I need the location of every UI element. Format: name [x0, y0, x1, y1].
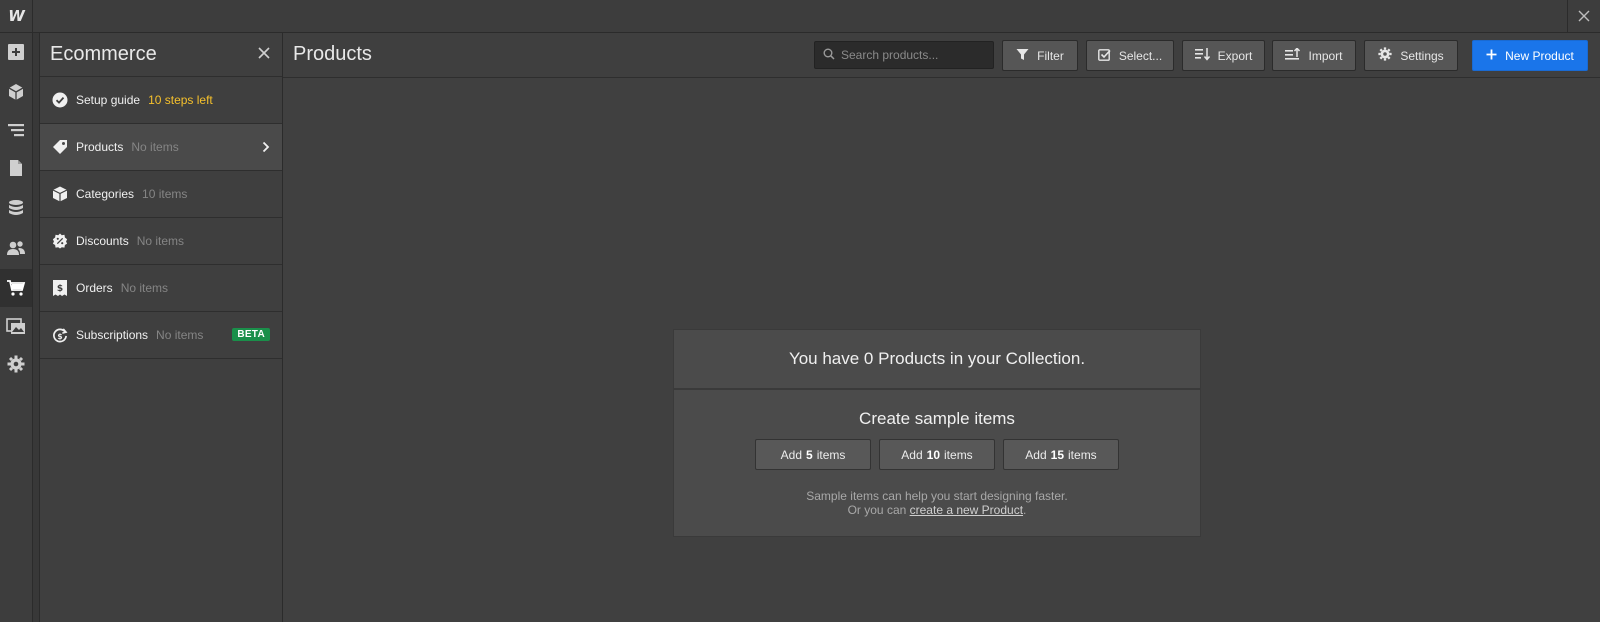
import-icon	[1285, 46, 1301, 64]
add-10-items-button[interactable]: Add 10 items	[879, 439, 995, 470]
add-count: 5	[806, 447, 813, 462]
panel-header: Ecommerce	[40, 33, 282, 77]
sidebar-item-categories[interactable]: Categories 10 items	[40, 171, 282, 218]
add-prefix: Add	[901, 447, 923, 462]
sidebar-item-discounts[interactable]: Discounts No items	[40, 218, 282, 265]
search-box[interactable]	[814, 41, 994, 69]
gear-icon[interactable]	[0, 345, 32, 383]
receipt-icon: $	[52, 280, 68, 296]
filter-label: Filter	[1037, 48, 1064, 63]
beta-badge: BETA	[232, 328, 270, 341]
sidebar-item-count: No items	[131, 140, 179, 154]
sidebar-item-setup-guide[interactable]: Setup guide 10 steps left	[40, 77, 282, 124]
page-title: Products	[293, 43, 372, 65]
export-label: Export	[1217, 48, 1253, 63]
check-circle-icon	[52, 92, 68, 108]
left-rail	[0, 33, 33, 622]
filter-icon	[1016, 48, 1029, 64]
ecommerce-panel: Ecommerce Setup guide 10 steps left Prod…	[39, 33, 283, 622]
empty-state-card: You have 0 Products in your Collection. …	[673, 329, 1201, 537]
create-product-link[interactable]: create a new Product	[910, 503, 1023, 517]
close-icon[interactable]	[1567, 0, 1600, 32]
add-suffix: items	[944, 447, 973, 462]
hint-line-2: Or you can create a new Product.	[674, 503, 1200, 517]
panel-title: Ecommerce	[50, 43, 157, 65]
pages-icon[interactable]	[0, 149, 32, 187]
export-button[interactable]: Export	[1182, 40, 1265, 71]
svg-text:$: $	[57, 284, 63, 294]
box-icon	[52, 186, 68, 202]
sidebar-item-label: Discounts	[76, 234, 129, 248]
empty-hint: Sample items can help you start designin…	[674, 489, 1200, 517]
add-suffix: items	[1068, 447, 1097, 462]
sidebar-item-count: No items	[156, 328, 204, 342]
export-icon	[1194, 47, 1210, 64]
sidebar-item-label: Categories	[76, 187, 135, 201]
cube-icon[interactable]	[0, 73, 32, 111]
settings-label: Settings	[1400, 48, 1444, 63]
hint-line-1: Sample items can help you start designin…	[806, 489, 1068, 503]
sidebar-item-count: No items	[136, 234, 185, 248]
close-icon[interactable]	[258, 47, 270, 62]
hint-suffix: .	[1023, 503, 1027, 517]
navigator-icon[interactable]	[0, 111, 32, 149]
add-items-row: Add 5 items Add 10 items Add 15 items	[674, 439, 1200, 470]
sidebar-item-orders[interactable]: $ Orders No items	[40, 265, 282, 312]
gear-icon	[1378, 47, 1392, 64]
tag-icon	[52, 139, 68, 155]
main-area: Products Filter Select... Export	[283, 33, 1600, 622]
plus-icon	[1486, 49, 1497, 63]
add-5-items-button[interactable]: Add 5 items	[755, 439, 871, 470]
import-label: Import	[1308, 48, 1343, 63]
add-icon[interactable]	[0, 33, 32, 71]
add-count: 10	[926, 447, 941, 462]
sidebar-item-products[interactable]: Products No items	[40, 124, 282, 171]
filter-button[interactable]: Filter	[1002, 40, 1078, 71]
top-bar: W	[0, 0, 1600, 33]
add-count: 15	[1050, 447, 1065, 462]
webflow-logo[interactable]: W	[0, 0, 33, 32]
sidebar-item-subscriptions[interactable]: $ Subscriptions No items BETA	[40, 312, 282, 359]
hint-prefix: Or you can	[847, 503, 907, 517]
users-icon[interactable]	[0, 229, 32, 267]
select-label: Select...	[1118, 48, 1163, 63]
sidebar-item-count: 10 steps left	[148, 93, 213, 107]
svg-text:$: $	[57, 331, 62, 340]
import-button[interactable]: Import	[1272, 40, 1356, 71]
sidebar-item-label: Products	[76, 140, 124, 154]
empty-subtitle: Create sample items	[859, 409, 1015, 428]
sidebar-item-count: No items	[120, 281, 169, 295]
sidebar-item-count: 10 items	[142, 187, 188, 201]
cart-icon[interactable]	[0, 269, 32, 307]
add-prefix: Add	[780, 447, 802, 462]
add-15-items-button[interactable]: Add 15 items	[1003, 439, 1119, 470]
assets-icon[interactable]	[0, 307, 32, 345]
search-icon	[823, 48, 835, 63]
chevron-right-icon	[262, 141, 270, 156]
sidebar-item-label: Orders	[76, 281, 113, 295]
add-prefix: Add	[1025, 447, 1047, 462]
sidebar-item-label: Setup guide	[76, 93, 141, 107]
empty-headline: You have 0 Products in your Collection.	[674, 330, 1200, 390]
discount-icon	[52, 233, 68, 249]
settings-button[interactable]: Settings	[1364, 40, 1458, 71]
subscription-icon: $	[52, 327, 68, 343]
add-suffix: items	[816, 447, 846, 462]
sidebar-item-label: Subscriptions	[76, 328, 149, 342]
new-product-button[interactable]: New Product	[1472, 40, 1588, 71]
select-button[interactable]: Select...	[1086, 40, 1174, 71]
checkbox-icon	[1097, 48, 1111, 64]
new-product-label: New Product	[1505, 48, 1574, 63]
main-header: Products Filter Select... Export	[283, 33, 1600, 78]
search-input[interactable]	[841, 48, 991, 62]
cms-icon[interactable]	[0, 189, 32, 227]
